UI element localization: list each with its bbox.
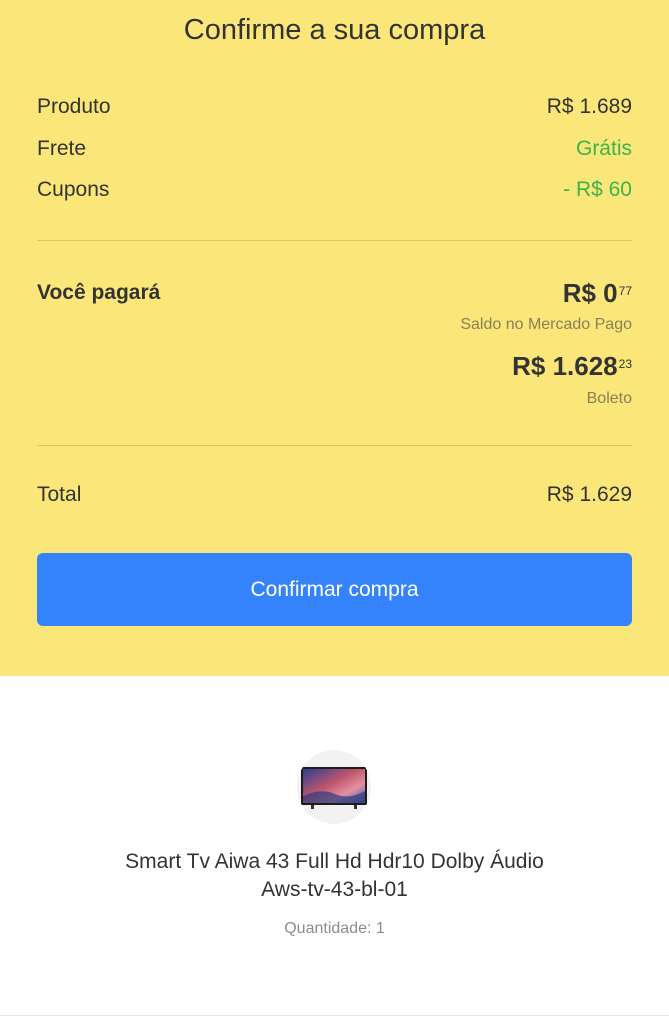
product-label: Produto (37, 95, 111, 118)
product-price-row: Produto R$ 1.689 (37, 92, 632, 122)
product-thumbnail (297, 750, 371, 824)
tv-icon (301, 767, 367, 809)
payment-amount-boleto: R$ 1.62823 (512, 350, 632, 382)
shipping-value: Grátis (575, 137, 632, 160)
confirm-purchase-button[interactable]: Confirmar compra (37, 553, 632, 626)
shipping-row: Frete Grátis (37, 134, 632, 164)
total-label: Total (37, 483, 82, 506)
divider (0, 1015, 669, 1016)
amount-main: R$ 0 (562, 278, 618, 308)
total-value: R$ 1.629 (546, 483, 632, 506)
payment-method-balance: Saldo no Mercado Pago (460, 316, 632, 333)
purchase-summary-panel: Confirme a sua compra Produto R$ 1.689 F… (0, 0, 669, 676)
coupons-label: Cupons (37, 178, 110, 201)
payment-method-boleto: Boleto (586, 390, 632, 407)
quantity-label: Quantidade: 1 (284, 920, 385, 937)
shipping-label: Frete (37, 137, 87, 160)
total-row: Total R$ 1.629 (37, 480, 632, 510)
product-name: Smart Tv Aiwa 43 Full Hd Hdr10 Dolby Áud… (60, 848, 609, 904)
payment-amount-balance: R$ 077 (563, 277, 632, 309)
coupons-row: Cupons - R$ 60 (37, 175, 632, 205)
coupons-value: - R$ 60 (563, 178, 632, 201)
amount-cents: 23 (618, 357, 632, 371)
amount-main: R$ 1.628 (512, 351, 618, 381)
divider (37, 445, 632, 446)
product-price: R$ 1.689 (546, 95, 632, 118)
product-model-line: Aws-tv-43-bl-01 (261, 878, 408, 901)
you-will-pay-label: Você pagará (37, 281, 161, 304)
divider (37, 240, 632, 241)
product-name-line: Smart Tv Aiwa 43 Full Hd Hdr10 Dolby Áud… (125, 850, 544, 873)
amount-cents: 77 (618, 284, 632, 298)
page-title: Confirme a sua compra (183, 14, 486, 46)
